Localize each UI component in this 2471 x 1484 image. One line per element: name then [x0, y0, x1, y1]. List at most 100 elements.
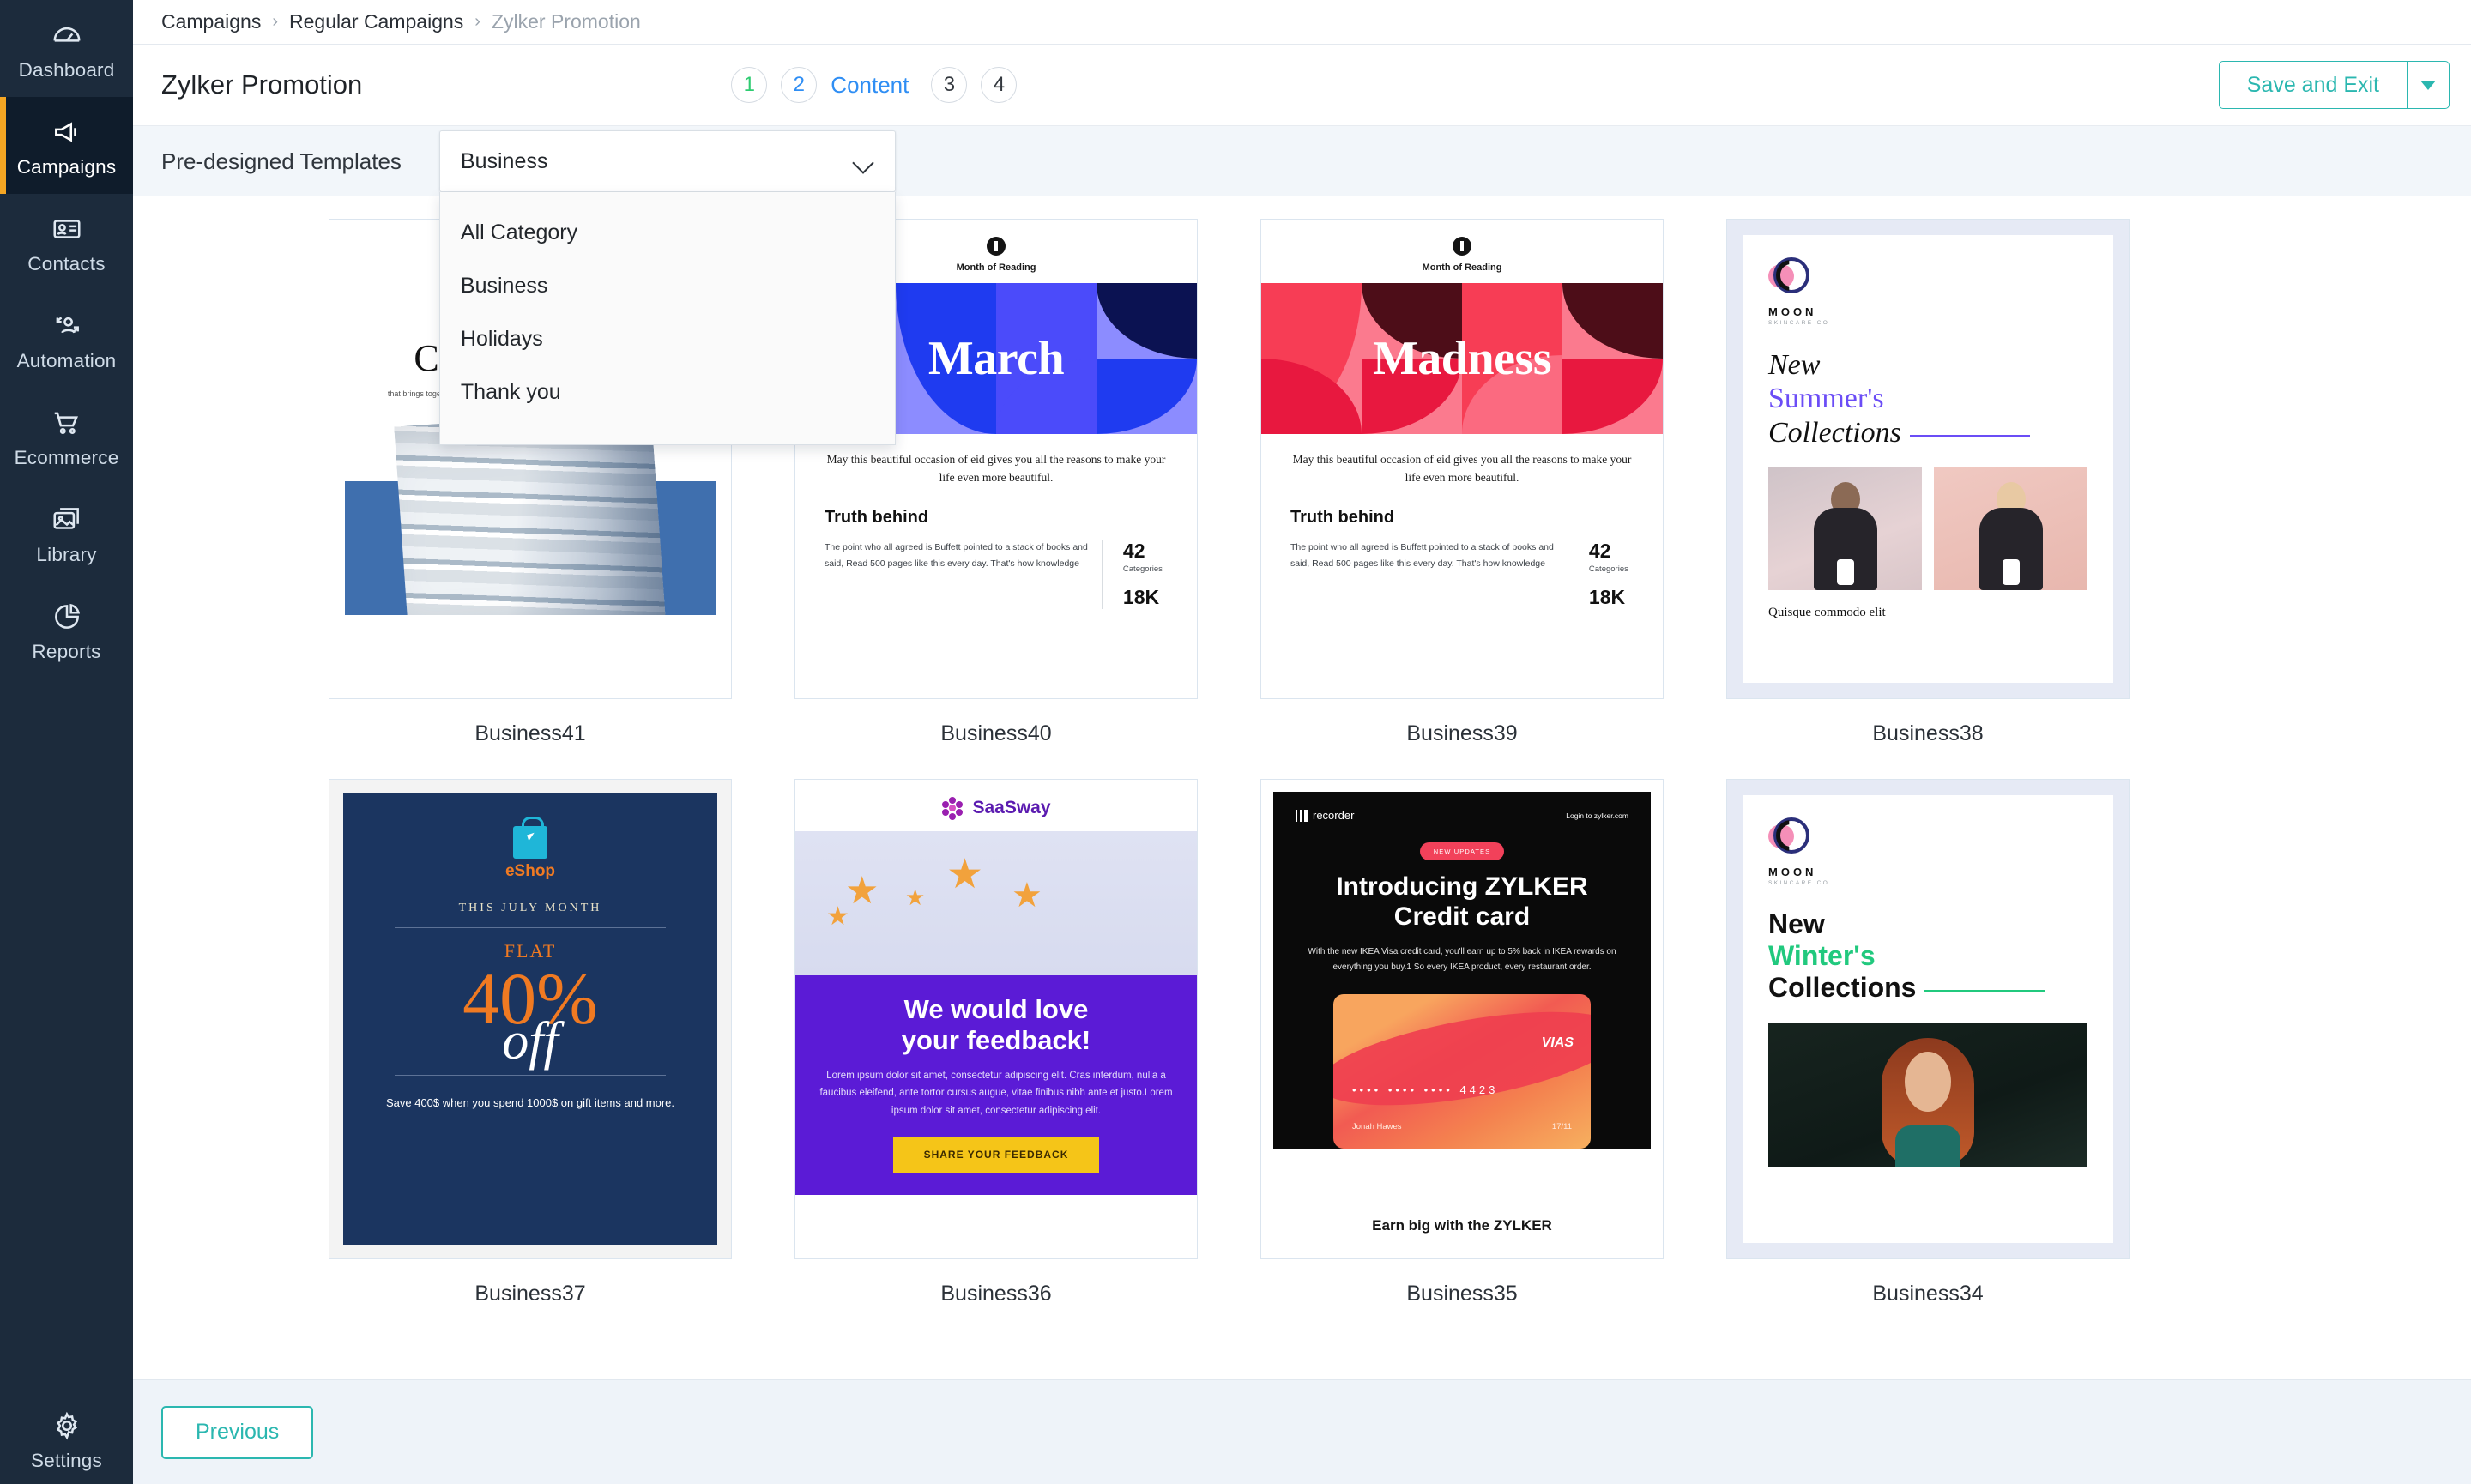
- category-select-value: Business: [461, 149, 854, 174]
- template-thumbnail[interactable]: recorder Login to zylker.com NEW UPDATES…: [1260, 779, 1664, 1259]
- sidebar-item-settings[interactable]: Settings: [0, 1390, 133, 1484]
- sidebar-item-reports[interactable]: Reports: [0, 582, 133, 679]
- people-stars-illustration: ★ ★ ★ ★ ★: [795, 831, 1197, 975]
- template-name: Business35: [1260, 1259, 1664, 1339]
- sidebar-item-label: Settings: [3, 1450, 130, 1472]
- template-thumbnail[interactable]: MOON SKINCARE CO New Winter's Collection…: [1726, 779, 2130, 1259]
- category-option-business[interactable]: Business: [440, 259, 895, 312]
- sidebar-item-contacts[interactable]: Contacts: [0, 194, 133, 291]
- model-photo-right: [1934, 467, 2087, 590]
- cart-icon: [3, 407, 130, 441]
- template-name: Business38: [1726, 699, 2130, 779]
- template-columns: The point who all agreed is Buffett poin…: [1290, 540, 1634, 609]
- sidebar-item-library[interactable]: Library: [0, 485, 133, 582]
- card-holder-name: Jonah Hawes: [1352, 1122, 1402, 1131]
- card-number: •••• •••• •••• 4423: [1352, 1083, 1498, 1096]
- card-expiry: 17/11: [1552, 1122, 1572, 1131]
- template-card[interactable]: recorder Login to zylker.com NEW UPDATES…: [1260, 779, 1664, 1339]
- category-option-thank-you[interactable]: Thank you: [440, 365, 895, 419]
- save-options-dropdown-button[interactable]: [2407, 61, 2450, 109]
- model-photo: [1768, 1023, 2087, 1167]
- share-feedback-button[interactable]: SHARE YOUR FEEDBACK: [893, 1137, 1099, 1173]
- template-preview-business38: MOON SKINCARE CO New Summer's Collection…: [1727, 220, 2129, 698]
- waveform-icon: [1296, 810, 1308, 822]
- moon-logo-icon: [1768, 817, 1809, 859]
- chevron-down-icon: [2420, 81, 2436, 90]
- template-heading: We would love your feedback!: [819, 994, 1173, 1055]
- template-thumbnail[interactable]: MOON SKINCARE CO New Summer's Collection…: [1726, 219, 2130, 699]
- main-area: Campaigns › Regular Campaigns › Zylker P…: [133, 0, 2471, 1484]
- card-digits: 4423: [1459, 1083, 1498, 1096]
- previous-button[interactable]: Previous: [161, 1406, 313, 1459]
- template-word: Madness: [1261, 331, 1663, 386]
- template-paragraph: With the new IKEA Visa credit card, you'…: [1296, 944, 1628, 975]
- template-footer-text: Earn big with the ZYLKER: [1273, 1217, 1651, 1234]
- stat-number-2: 18K: [1123, 586, 1168, 609]
- login-link[interactable]: Login to zylker.com: [1566, 811, 1628, 820]
- sidebar-item-label: Dashboard: [3, 59, 130, 81]
- template-headline: New Winter's Collections: [1768, 908, 2087, 1004]
- step-3[interactable]: 3: [931, 67, 967, 103]
- contact-card-icon: [3, 213, 130, 247]
- template-card[interactable]: Month of Reading: [1260, 219, 1664, 779]
- template-thumbnail[interactable]: SaaSway ★ ★ ★ ★ ★: [794, 779, 1198, 1259]
- category-select[interactable]: Business: [439, 130, 896, 192]
- sidebar-item-label: Reports: [3, 641, 130, 663]
- model-photo-left: [1768, 467, 1922, 590]
- template-thumbnail[interactable]: eShop THIS JULY MONTH FLAT 40% off Save …: [329, 779, 732, 1259]
- template-paragraph: The point who all agreed is Buffett poin…: [825, 540, 1088, 609]
- category-option-holidays[interactable]: Holidays: [440, 312, 895, 365]
- pie-chart-icon: [3, 600, 130, 635]
- template-name: Business34: [1726, 1259, 2130, 1339]
- breadcrumb-separator: ›: [474, 12, 480, 32]
- template-brand-row: SaaSway: [795, 780, 1197, 831]
- template-eyebrow: THIS JULY MONTH: [372, 902, 688, 915]
- template-eyebrow: Month of Reading: [1261, 262, 1663, 273]
- template-thumbnail[interactable]: Month of Reading: [1260, 219, 1664, 699]
- template-card[interactable]: eShop THIS JULY MONTH FLAT 40% off Save …: [329, 779, 732, 1339]
- step-1[interactable]: 1: [731, 67, 767, 103]
- image-library-icon: [3, 504, 130, 538]
- divider: [395, 927, 666, 928]
- template-name: Business40: [794, 699, 1198, 779]
- template-preview-business37: eShop THIS JULY MONTH FLAT 40% off Save …: [329, 780, 731, 1258]
- template-hero: recorder Login to zylker.com NEW UPDATES…: [1273, 792, 1651, 1149]
- template-off-label: off: [372, 1021, 688, 1064]
- breadcrumb-item-regular-campaigns[interactable]: Regular Campaigns: [289, 10, 463, 33]
- flower-logo-icon: [941, 797, 964, 819]
- template-preview-business35: recorder Login to zylker.com NEW UPDATES…: [1261, 780, 1663, 1258]
- template-name: Business41: [329, 699, 732, 779]
- sidebar-item-automation[interactable]: Automation: [0, 291, 133, 388]
- save-and-exit-button[interactable]: Save and Exit: [2219, 61, 2407, 109]
- heading-line2: your feedback!: [819, 1025, 1173, 1056]
- template-card[interactable]: SaaSway ★ ★ ★ ★ ★: [794, 779, 1198, 1339]
- template-quote: May this beautiful occasion of eid gives…: [1290, 451, 1634, 487]
- category-option-all[interactable]: All Category: [440, 206, 895, 259]
- automation-icon: [3, 310, 130, 344]
- chevron-down-icon: [854, 155, 874, 167]
- template-preview-business36: SaaSway ★ ★ ★ ★ ★: [795, 780, 1197, 1258]
- template-paragraph: The point who all agreed is Buffett poin…: [1290, 540, 1554, 609]
- headline-line3: Collections: [1768, 417, 1901, 449]
- sidebar-item-campaigns[interactable]: Campaigns: [0, 97, 133, 194]
- app-root: Dashboard Campaigns Contacts Automation: [0, 0, 2471, 1484]
- template-note: Save 400$ when you spend 1000$ on gift i…: [372, 1095, 688, 1113]
- template-inner: MOON SKINCARE CO New Winter's Collection…: [1743, 795, 2113, 1243]
- template-body: May this beautiful occasion of eid gives…: [1261, 434, 1663, 609]
- template-caption: Quisque commodo elit: [1768, 606, 2087, 620]
- breadcrumb-item-campaigns[interactable]: Campaigns: [161, 10, 261, 33]
- headline-line1: New: [1768, 348, 2087, 382]
- headline-line1: New: [1768, 908, 2087, 940]
- step-2[interactable]: 2: [781, 67, 817, 103]
- step-4[interactable]: 4: [981, 67, 1017, 103]
- template-top-bar: recorder Login to zylker.com: [1296, 809, 1628, 822]
- template-card[interactable]: MOON SKINCARE CO New Summer's Collection…: [1726, 219, 2130, 779]
- sidebar-item-dashboard[interactable]: Dashboard: [0, 0, 133, 97]
- sidebar-item-ecommerce[interactable]: Ecommerce: [0, 388, 133, 485]
- template-inner: MOON SKINCARE CO New Summer's Collection…: [1743, 235, 2113, 683]
- template-center: NEW UPDATES Introducing ZYLKER Credit ca…: [1296, 822, 1628, 975]
- step-2-label[interactable]: Content: [831, 72, 909, 99]
- recorder-brand: recorder: [1296, 809, 1354, 822]
- step-indicator: 1 2 Content 3 4: [731, 67, 1030, 103]
- template-card[interactable]: MOON SKINCARE CO New Winter's Collection…: [1726, 779, 2130, 1339]
